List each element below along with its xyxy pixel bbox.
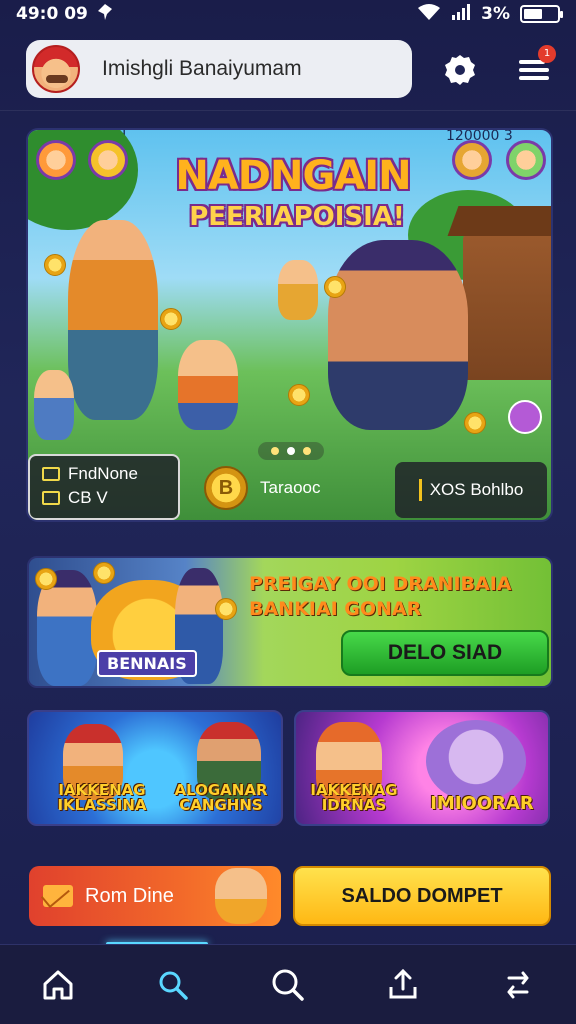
top-header: Imishgli Banaiyumam 1 xyxy=(26,40,556,98)
header-divider xyxy=(0,110,576,111)
hero-character-child xyxy=(178,340,238,430)
wifi-icon xyxy=(417,3,441,26)
nav-search[interactable] xyxy=(263,960,313,1010)
card-label-right: IMIOORAR xyxy=(430,793,534,815)
player-avatar-icon[interactable] xyxy=(36,140,76,180)
hero-coin-display[interactable]: B Taraooc xyxy=(204,466,320,510)
hero-panel-line2: CB V xyxy=(68,488,108,507)
house-decoration xyxy=(463,230,551,380)
player-avatar-icon[interactable] xyxy=(88,140,128,180)
hero-panel-line1: FndNone xyxy=(68,464,138,483)
coin-icon xyxy=(93,562,115,584)
gear-icon xyxy=(445,55,475,85)
card-label-left: IAKKENAG IKLASSINA xyxy=(57,780,147,815)
hero-info-panel[interactable]: FndNone CB V xyxy=(28,454,180,520)
home-icon xyxy=(43,970,73,999)
inbox-label: Rom Dine xyxy=(85,884,174,907)
search-icon xyxy=(159,971,188,1000)
menu-button[interactable]: 1 xyxy=(514,45,556,89)
profile-name: Imishgli Banaiyumam xyxy=(102,57,302,80)
nav-explore[interactable] xyxy=(148,960,198,1010)
location-icon xyxy=(96,3,114,26)
coin-icon xyxy=(215,598,237,620)
promo-banner[interactable]: BENNAIS PREIGAY OOI DRANIBAIA BANKIAI GO… xyxy=(27,556,553,688)
game-card-classic[interactable]: IAKKENAG IKLASSINA ALOGANAR CANGHNS xyxy=(27,710,283,826)
coin-icon xyxy=(464,412,486,434)
profile-pill[interactable]: Imishgli Banaiyumam xyxy=(26,40,412,98)
nav-home[interactable] xyxy=(33,960,83,1010)
wallet-icon xyxy=(42,467,60,481)
game-card-mascot[interactable]: IAKKENAG IDRNAS IMIOORAR xyxy=(294,710,550,826)
card-mascot xyxy=(426,720,526,802)
hero-character-small xyxy=(34,370,74,440)
settings-button[interactable] xyxy=(440,49,480,89)
promo-badge: BENNAIS xyxy=(97,650,197,677)
nav-transfer[interactable] xyxy=(493,960,543,1010)
hero-action-panel[interactable]: XOS Bohlbo xyxy=(395,462,547,518)
hero-panel-right-label: XOS Bohlbo xyxy=(429,480,524,499)
card-label-right: ALOGANAR CANGHNS xyxy=(174,780,268,815)
carousel-indicator[interactable] xyxy=(258,442,324,460)
nav-share[interactable] xyxy=(378,960,428,1010)
hero-banner[interactable]: 11U 120000 3 NADNGAIN PEERIAPOISIA! FndN… xyxy=(26,128,553,522)
card-icon xyxy=(42,491,60,505)
coin-icon xyxy=(324,276,346,298)
notification-badge: 1 xyxy=(538,45,556,63)
player-avatar-icon[interactable] xyxy=(506,140,546,180)
status-bar: 49:0 09 3% xyxy=(0,0,576,28)
coin-icon xyxy=(35,568,57,590)
avatar[interactable] xyxy=(32,45,80,93)
hero-coin-label: Taraooc xyxy=(260,478,321,497)
hero-character-left xyxy=(68,220,158,420)
coin-icon xyxy=(44,254,66,276)
hero-character-wizard xyxy=(328,240,468,430)
battery-percent: 3% xyxy=(481,4,510,24)
promo-cta-button[interactable]: DELO SIAD xyxy=(341,630,549,676)
status-right: 3% xyxy=(417,3,563,26)
bottom-nav xyxy=(0,944,576,1024)
carousel-dot[interactable] xyxy=(303,447,311,455)
status-time: 49:0 09 xyxy=(16,4,88,24)
inbox-character xyxy=(215,868,267,924)
accent-bar xyxy=(418,479,422,501)
status-left: 49:0 09 xyxy=(16,3,114,26)
promo-title-line2: BANKIAI GONAR xyxy=(249,597,422,620)
carousel-dot[interactable] xyxy=(271,447,279,455)
orb-icon xyxy=(508,400,542,434)
mail-icon xyxy=(43,885,73,907)
hero-subtitle: PEERIAPOISIA! xyxy=(189,202,405,232)
player-avatar-icon[interactable] xyxy=(452,140,492,180)
coin-icon: B xyxy=(204,466,248,510)
transfer-icon xyxy=(507,971,529,998)
carousel-dot[interactable] xyxy=(287,447,295,455)
signal-icon xyxy=(451,3,471,26)
hero-character-small xyxy=(278,260,318,320)
battery-icon xyxy=(520,5,563,23)
coin-icon xyxy=(160,308,182,330)
card-label-left: IAKKENAG IDRNAS xyxy=(310,780,398,815)
search-icon xyxy=(272,969,304,1001)
promo-title-line1: PREIGAY OOI DRANIBAIA xyxy=(249,573,512,595)
hero-title: NADNGAIN xyxy=(175,153,411,199)
coin-icon xyxy=(288,384,310,406)
inbox-button[interactable]: Rom Dine xyxy=(29,866,281,926)
share-icon xyxy=(389,968,417,998)
wallet-balance-button[interactable]: SALDO DOMPET xyxy=(293,866,551,926)
promo-title: PREIGAY OOI DRANIBAIA BANKIAI GONAR xyxy=(249,572,549,621)
